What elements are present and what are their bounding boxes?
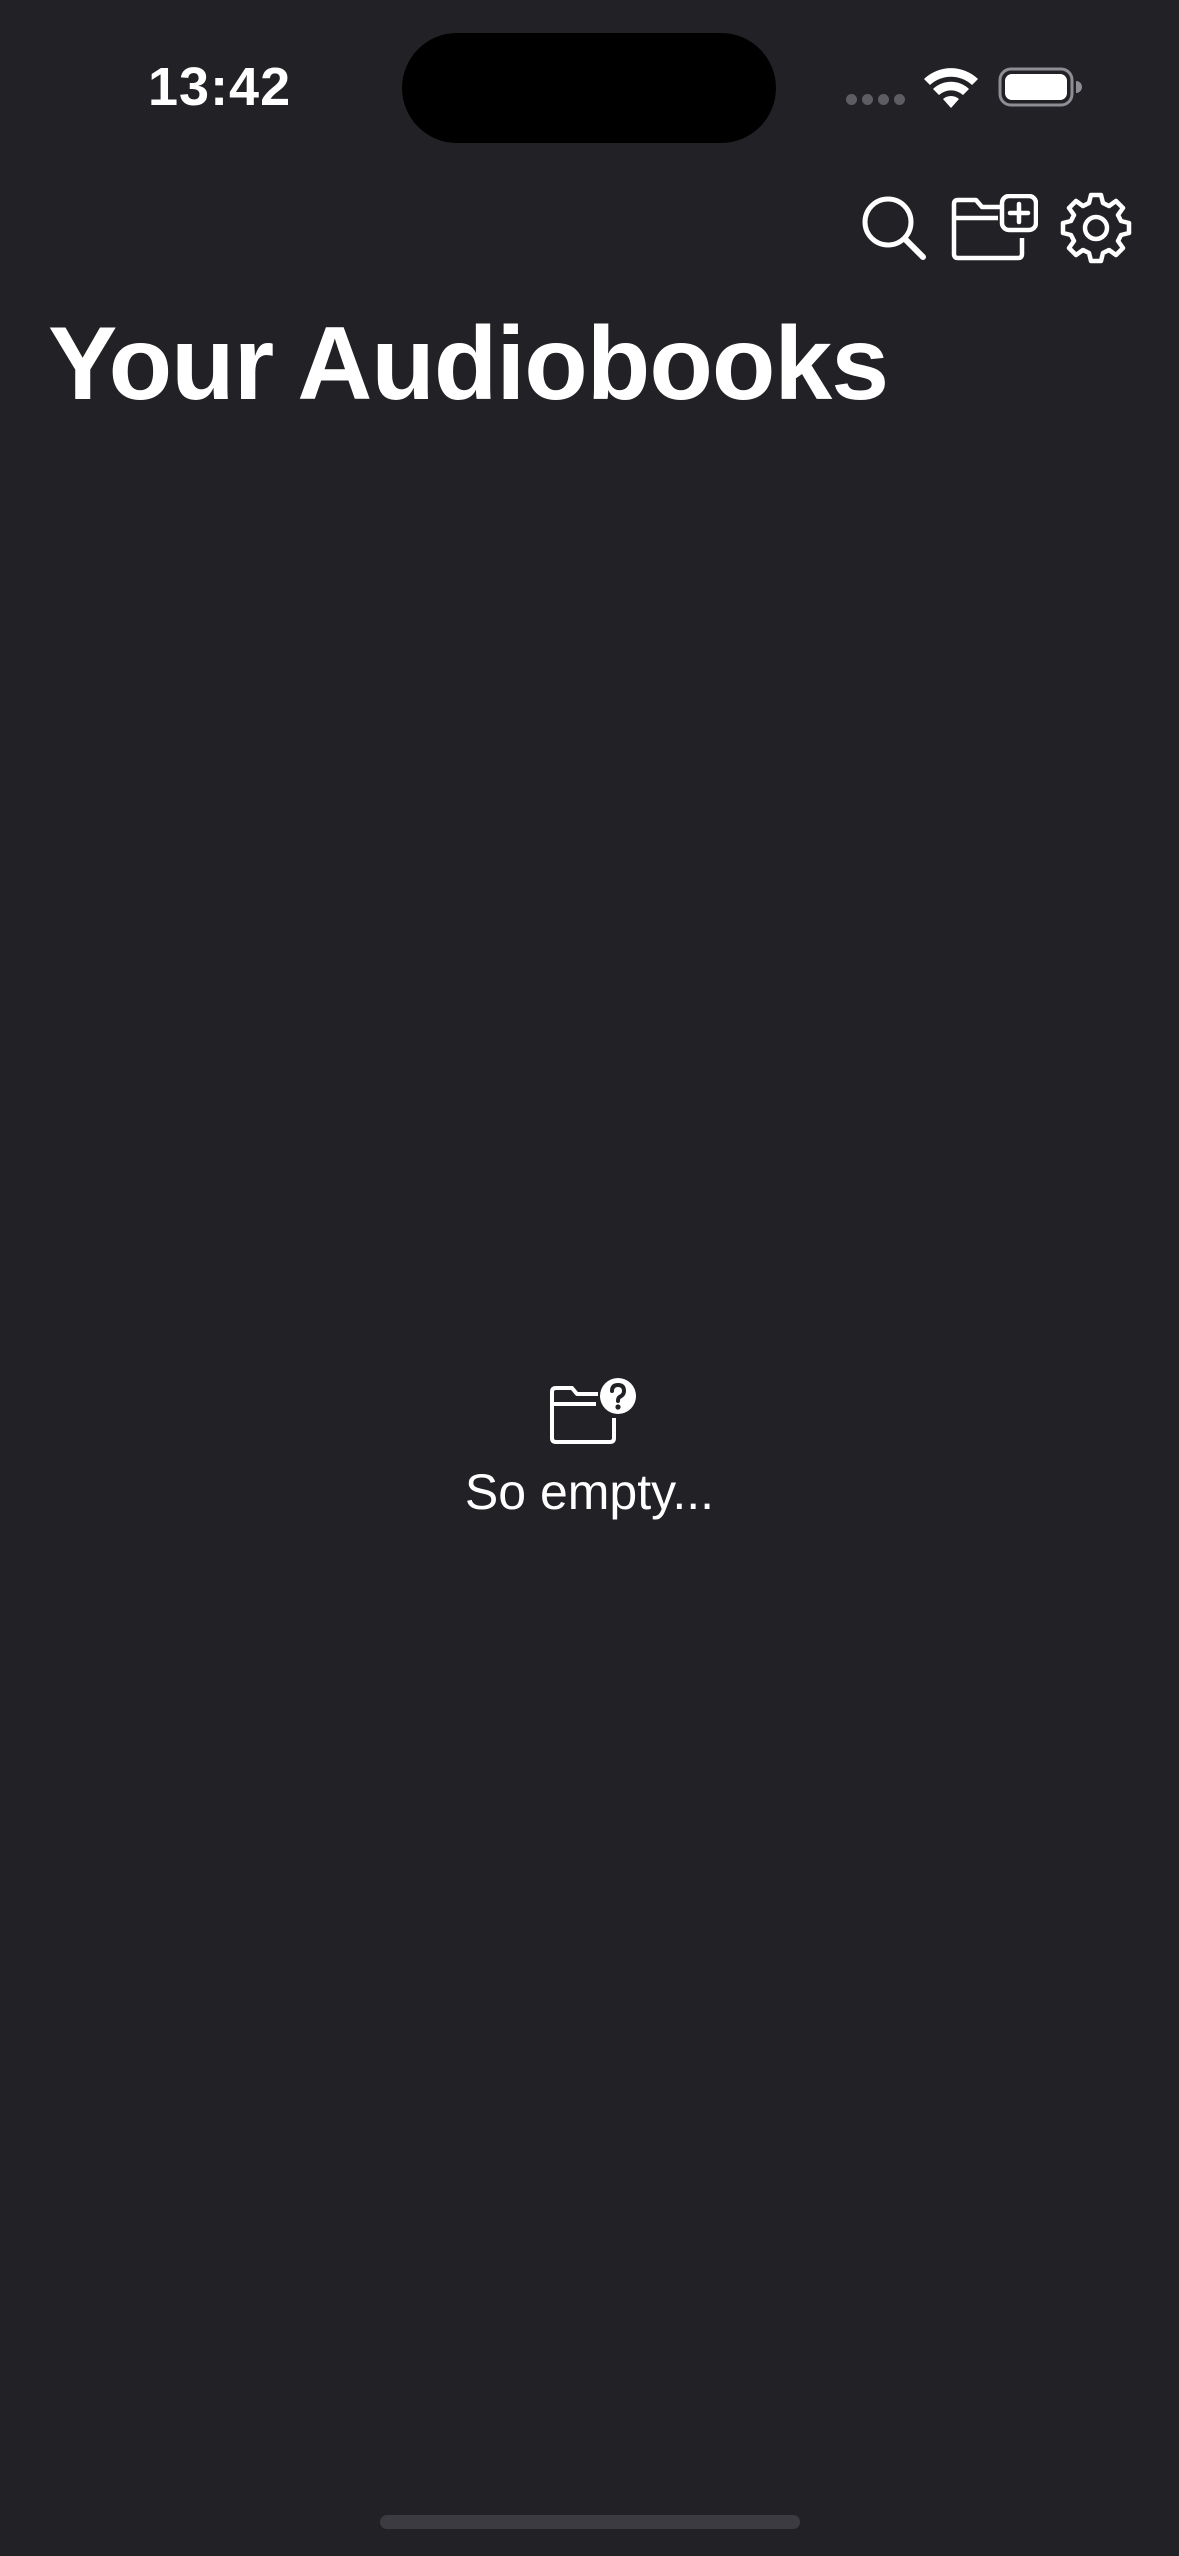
settings-button[interactable] <box>1056 188 1136 268</box>
search-button[interactable] <box>854 188 934 268</box>
empty-state-message: So empty... <box>464 1464 715 1520</box>
folder-question-icon <box>549 1378 636 1444</box>
battery-icon <box>998 67 1082 107</box>
signal-dots-icon <box>846 94 906 108</box>
app-screen: 13:42 Your Audiobooks So empty... <box>0 0 1179 2556</box>
dynamic-island <box>402 33 776 143</box>
search-icon <box>862 196 926 260</box>
page-title: Your Audiobooks <box>48 306 889 422</box>
add-folder-button[interactable] <box>948 188 1040 268</box>
home-indicator[interactable] <box>380 2515 800 2529</box>
gear-icon <box>1060 192 1132 264</box>
status-bar-time: 13:42 <box>148 57 292 117</box>
folder-plus-icon <box>951 194 1038 261</box>
empty-state: So empty... <box>0 1374 1179 1524</box>
wifi-icon <box>924 68 978 108</box>
